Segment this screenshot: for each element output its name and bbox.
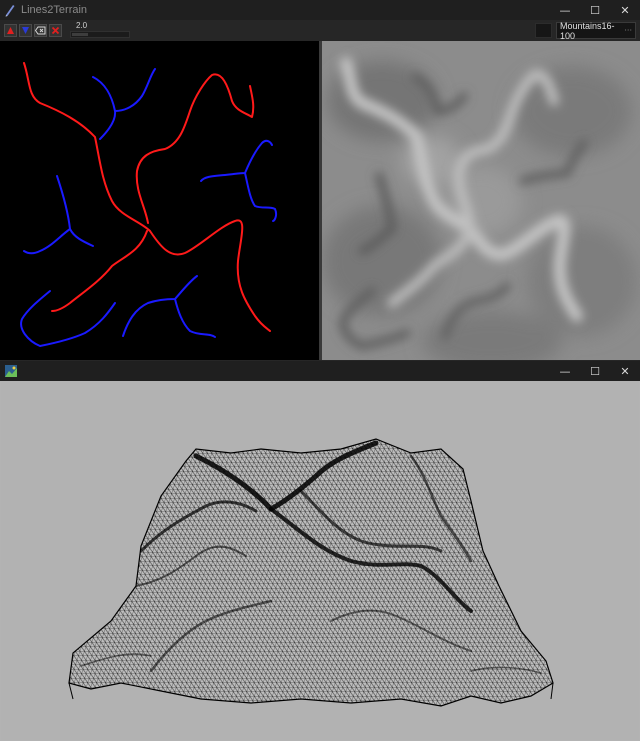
window-controls: — ☐ ✕ — [550, 0, 640, 20]
brush-size-slider[interactable] — [70, 31, 130, 38]
ridge-line — [51, 230, 148, 312]
close-button[interactable]: ✕ — [610, 0, 640, 20]
preset-dropdown-value: Mountains16-100 — [560, 20, 615, 41]
3d-terrain-viewport[interactable] — [1, 381, 639, 740]
viewer-app-icon — [5, 365, 17, 377]
river-valley-tool-button[interactable] — [19, 24, 32, 37]
maximize-button[interactable]: ☐ — [580, 0, 610, 20]
mesh-viewer-title-bar: — ☐ ✕ — [0, 361, 640, 381]
mesh-close-button[interactable]: ✕ — [610, 361, 640, 381]
window-title: Lines2Terrain — [21, 4, 88, 16]
minimize-button[interactable]: — — [550, 0, 580, 20]
mountain-ridge-tool-button[interactable] — [4, 24, 17, 37]
terrain-wireframe-mesh — [69, 439, 553, 706]
valley-line — [200, 139, 273, 182]
valley-line — [244, 172, 278, 222]
title-bar: Lines2Terrain — ☐ ✕ — [0, 0, 640, 20]
mesh-viewer-window: — ☐ ✕ — [0, 361, 640, 741]
mesh-minimize-button[interactable]: — — [550, 361, 580, 381]
erase-tool-button[interactable] — [34, 24, 47, 37]
brush-size-value: 2.0 — [76, 21, 88, 30]
heightmap-preview — [322, 41, 640, 360]
lines2terrain-window: Lines2Terrain — ☐ ✕ 2.0 Mountains16-100 … — [0, 0, 640, 361]
brush-size-slider-fill — [72, 33, 88, 36]
app-pen-icon — [5, 5, 15, 17]
clear-tool-button[interactable] — [49, 24, 62, 37]
eraser-icon — [35, 26, 46, 35]
valley-line — [114, 68, 156, 112]
mesh-window-controls: — ☐ ✕ — [550, 361, 640, 381]
valley-line — [174, 298, 216, 338]
toolbar: 2.0 Mountains16-100 ··· — [0, 20, 640, 42]
line-sketch-canvas[interactable] — [0, 41, 319, 360]
preset-dropdown[interactable]: Mountains16-100 ··· — [556, 20, 636, 41]
valley-line — [92, 76, 117, 140]
triangle-up-icon — [7, 27, 14, 34]
color-swatch-button[interactable] — [535, 23, 552, 38]
mesh-maximize-button[interactable]: ☐ — [580, 361, 610, 381]
dropdown-more-icon: ··· — [624, 26, 632, 35]
valley-line — [23, 228, 71, 255]
triangle-down-icon — [22, 27, 29, 34]
valley-line — [20, 290, 116, 347]
close-icon — [51, 26, 60, 35]
ridge-line — [135, 73, 255, 224]
